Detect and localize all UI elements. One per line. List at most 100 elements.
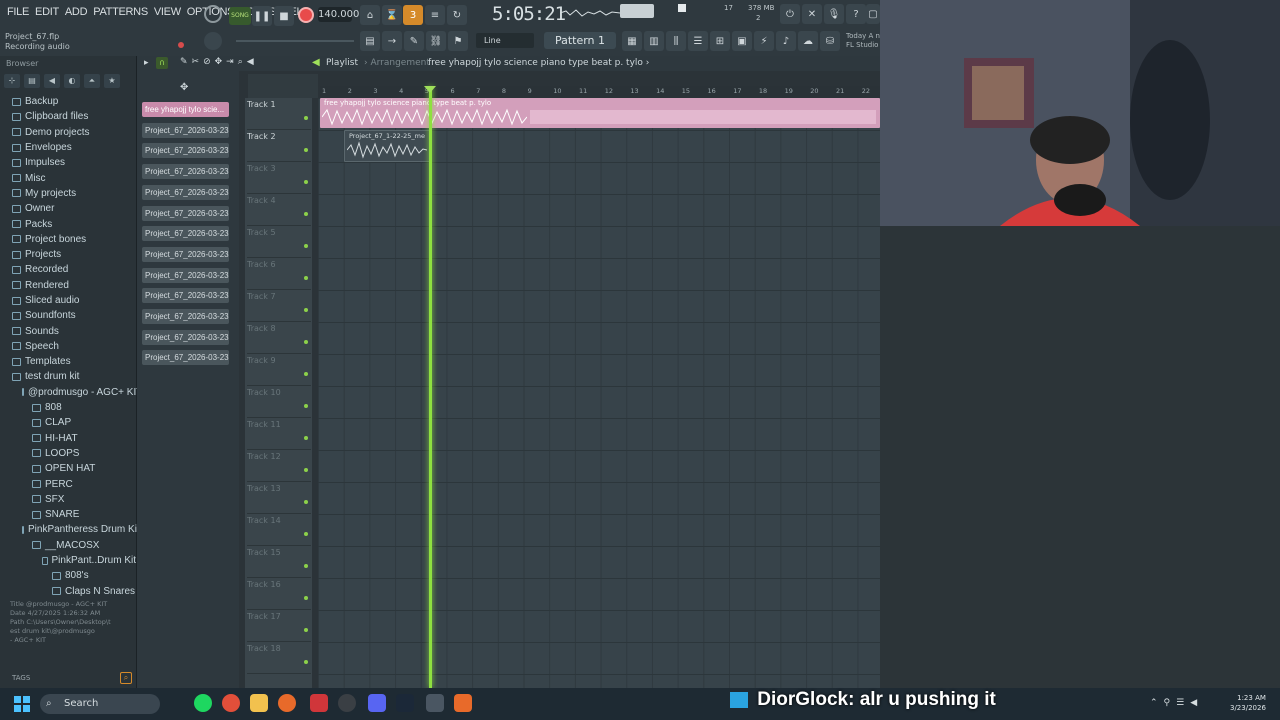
fl-studio-icon[interactable] [278,694,296,712]
picker-clip[interactable]: Project_67_2026-03-23... [142,184,229,200]
track-mute-led[interactable] [304,116,308,120]
track-mute-led[interactable] [304,340,308,344]
browser-item[interactable]: __MACOSX [0,538,136,553]
browser-item[interactable]: Claps N Snares [0,584,136,599]
browser-item[interactable]: Backup [0,94,136,109]
project-picker-icon[interactable]: ▣ [732,31,752,51]
picker-clip[interactable]: Project_67_2026-03-23... [142,309,229,324]
steam-icon[interactable] [396,694,414,712]
track-header[interactable]: Track 6 [247,258,311,290]
magnet-icon[interactable]: ∩ [156,57,168,69]
menu-view[interactable]: VIEW [151,6,184,18]
window-icon[interactable]: ▢ [866,4,880,24]
stop-button[interactable]: ■ [274,6,294,26]
browser-options-icon[interactable]: ⊹ [4,74,20,88]
browser-item[interactable]: HI-HAT [0,431,136,446]
browser-item[interactable]: 808 [0,400,136,415]
file-explorer-icon[interactable] [250,694,268,712]
browser-item[interactable]: @prodmusgo - AGC+ KIT [0,385,142,400]
record-button[interactable] [298,7,314,23]
store-icon[interactable]: ⛁ [820,31,840,51]
obs-icon[interactable] [338,694,356,712]
stamp-icon[interactable]: ⚑ [448,31,468,51]
app-red-icon[interactable] [310,694,328,712]
track-mute-led[interactable] [304,500,308,504]
track-header[interactable]: Track 3 [247,162,311,194]
master-pitch-knob[interactable] [204,5,222,23]
picker-clip[interactable]: Project_67_2026-03-23... [142,246,229,262]
browser-item[interactable]: Project bones [0,232,136,247]
browser-item[interactable]: SNARE [0,507,136,522]
browser-back-icon[interactable]: ◀ [44,74,60,88]
mixer-icon[interactable]: ⫼ [666,31,686,51]
track-header[interactable]: Track 11 [247,418,311,450]
timeline-ruler[interactable]: 1 2 3 4 5 6 7 8 9 10 11 12 13 14 15 16 17 18 19 20 21 22 [320,86,880,98]
browser-item[interactable]: PinkPantheress Drum Kit [0,522,140,537]
taskbar-search[interactable]: Search [40,694,160,714]
song-position-slider[interactable] [236,40,354,42]
browser-item[interactable]: Envelopes [0,140,136,155]
track-mute-led[interactable] [304,628,308,632]
browser-cloud-icon[interactable]: ⏶ [84,74,100,88]
mic-tool-icon[interactable]: ♪ [776,31,796,51]
plug-icon[interactable]: ⚡ [754,31,774,51]
track-mute-led[interactable] [304,532,308,536]
browser-item[interactable]: Impulses [0,155,136,170]
countdown-icon[interactable]: 3 [403,5,423,25]
plugin-picker-icon[interactable]: ⊞ [710,31,730,51]
blend-notes-icon[interactable]: ≡ [425,5,445,25]
picker-clip[interactable]: Project_67_2026-03-23... [142,226,229,242]
browser-item[interactable]: SFX [0,492,136,507]
tempo-display[interactable]: 140.000 [318,7,359,22]
track-header[interactable]: Track 1 [247,98,311,130]
browser-item[interactable]: 808's [0,568,136,583]
track-mute-led[interactable] [304,564,308,568]
picker-clip[interactable]: Project_67_2026-03-23... [142,164,229,180]
track-header[interactable]: Track 18 [247,642,311,674]
picker-clip[interactable]: Project_67_2026-03-23... [142,350,229,366]
track-mute-led[interactable] [304,468,308,472]
track-mute-led[interactable] [304,276,308,280]
browser-item[interactable]: PERC [0,476,136,491]
browser-item[interactable]: LOOPS [0,446,136,461]
microphone-icon[interactable]: 🎙 [824,4,844,24]
play-button[interactable]: ❚❚ [252,6,272,26]
windows-start-icon[interactable] [14,696,30,712]
browser-item[interactable]: Soundfonts [0,308,136,323]
track-mute-led[interactable] [304,308,308,312]
playlist-arrangement[interactable]: › Arrangement [364,58,430,68]
playlist-window-icon[interactable]: ▦ [622,31,642,51]
browser-item[interactable]: My projects [0,186,136,201]
track-mute-led[interactable] [304,148,308,152]
settings-icon[interactable] [426,694,444,712]
browser-item[interactable]: OPEN HAT [0,461,136,476]
track-header[interactable]: Track 5 [247,226,311,258]
track-header[interactable]: Track 8 [247,322,311,354]
track-header[interactable]: Track 13 [247,482,311,514]
wait-input-icon[interactable]: ⌛ [382,5,402,25]
close-tool-icon[interactable]: ✕ [802,4,822,24]
track-header[interactable]: Track 10 [247,386,311,418]
playlist-play-icon[interactable]: ◀ [312,57,320,68]
piano-roll-icon[interactable]: ▤ [360,31,380,51]
picker-clip[interactable]: Project_67_2026-03-23... [142,205,229,221]
playhead-marker-icon[interactable] [424,86,436,93]
audio-clip-recording[interactable]: Project_67_1-22-25_me [344,130,432,162]
pattern-selector[interactable]: Pattern 1 [544,32,616,49]
master-volume-knob[interactable] [204,32,222,50]
metronome-icon[interactable]: ⌂ [360,5,380,25]
track-header[interactable]: Track 2 [247,130,311,162]
browser-plugin-icon[interactable]: ◐ [64,74,80,88]
help-icon[interactable]: ? [846,4,866,24]
browser-star-icon[interactable]: ★ [104,74,120,88]
playlist-grid[interactable] [318,98,880,688]
browser-files-icon[interactable]: ▤ [24,74,40,88]
arrow-right-icon[interactable]: → [382,31,402,51]
browser-item[interactable]: Speech [0,339,136,354]
track-header[interactable]: Track 12 [247,450,311,482]
browser-toggle-icon[interactable]: ☰ [688,31,708,51]
discord-icon[interactable] [368,694,386,712]
audio-clip-beat[interactable]: free yhapojj tylo science piano type bea… [320,98,880,128]
menu-edit[interactable]: EDIT [32,6,62,18]
menu-add[interactable]: ADD [62,6,90,18]
